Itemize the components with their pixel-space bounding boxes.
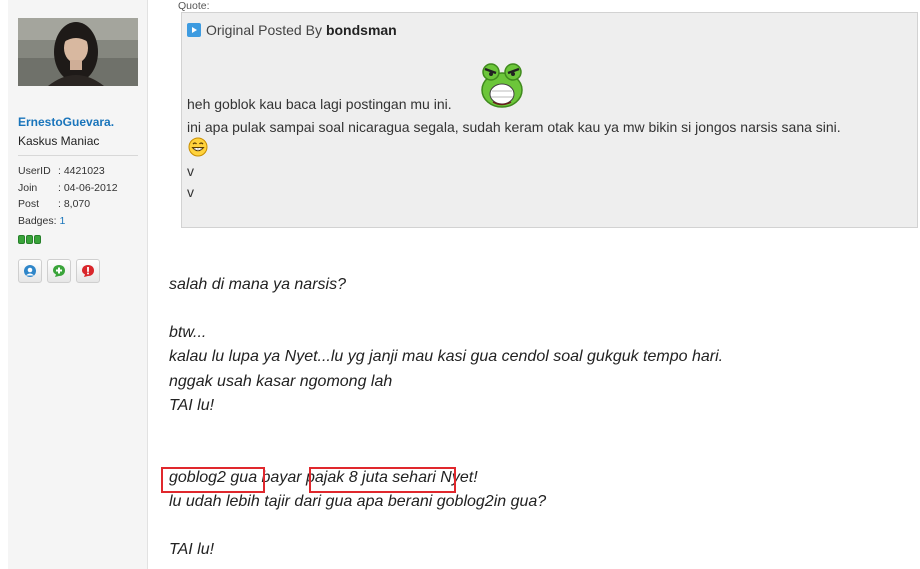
reputation-pip [34, 235, 41, 244]
post-line: btw... [169, 324, 207, 341]
quote-header: Original Posted By bondsman [187, 22, 397, 38]
quote-author-link[interactable]: bondsman [326, 22, 397, 38]
reputation-bar [18, 235, 41, 244]
stat-value: : 04-06-2012 [58, 181, 118, 194]
reputation-pip [18, 235, 25, 244]
post-line: nggak usah kasar ngomong lah [169, 373, 393, 390]
post-line: TAI lu! [169, 541, 215, 558]
angry-frog-emoticon [479, 60, 525, 115]
quote-line: v [187, 163, 194, 179]
grin-emoticon [188, 137, 208, 162]
profile-button[interactable] [18, 259, 42, 283]
quote-box: Original Posted By bondsman heh goblok k… [181, 12, 918, 228]
user-icon [24, 265, 36, 277]
report-icon [82, 265, 94, 277]
post-line: TAI lu! [169, 397, 215, 414]
play-arrow-icon [192, 27, 197, 33]
stat-value: : 4421023 [58, 165, 105, 177]
user-actions [18, 259, 100, 283]
stat-value: : 8,070 [58, 198, 91, 210]
badges-count-link[interactable]: 1 [59, 213, 65, 230]
avatar-photo [18, 18, 138, 86]
view-post-icon[interactable] [187, 23, 201, 37]
quote-line: ini apa pulak sampai soal nicaragua sega… [187, 119, 841, 135]
add-reputation-button[interactable] [47, 259, 71, 283]
stat-row-userid: UserID : 4421023 [18, 163, 118, 180]
stat-label: UserID [18, 165, 51, 177]
post-line: kalau lu lupa ya Nyet...lu yg janji mau … [169, 348, 724, 365]
quote-label: Quote: [178, 0, 210, 12]
highlight-box [309, 467, 456, 493]
quote-line: heh goblok kau baca lagi postingan mu in… [187, 96, 452, 112]
user-title: Kaskus Maniac [18, 134, 100, 148]
post-line: salah di mana ya narsis? [169, 276, 346, 293]
highlight-box [161, 467, 265, 493]
stat-row-badges: Badges : 1 [18, 213, 118, 230]
original-posted-by-text: Original Posted By [206, 22, 322, 38]
stat-label: Badges [18, 214, 54, 227]
reputation-pip [26, 235, 33, 244]
sidebar-divider [18, 155, 138, 156]
avatar[interactable] [18, 18, 138, 86]
post-line: lu udah lebih tajir dari gua apa berani … [169, 493, 547, 510]
stat-row-post: Post : 8,070 [18, 196, 118, 213]
stat-row-join: Join : 04-06-2012 [18, 180, 118, 197]
add-icon [53, 265, 65, 277]
report-button[interactable] [76, 259, 100, 283]
username-link[interactable]: ErnestoGuevara. [18, 115, 114, 129]
stat-label: Join [18, 181, 38, 194]
grin-emoticon-icon [188, 137, 208, 157]
frog-emoticon-icon [481, 63, 523, 108]
user-sidebar: ErnestoGuevara. Kaskus Maniac UserID : 4… [8, 0, 148, 569]
quote-line: v [187, 184, 194, 200]
user-stats: UserID : 4421023 Join : 04-06-2012 Post … [18, 163, 118, 229]
stat-label: Post [18, 198, 40, 210]
